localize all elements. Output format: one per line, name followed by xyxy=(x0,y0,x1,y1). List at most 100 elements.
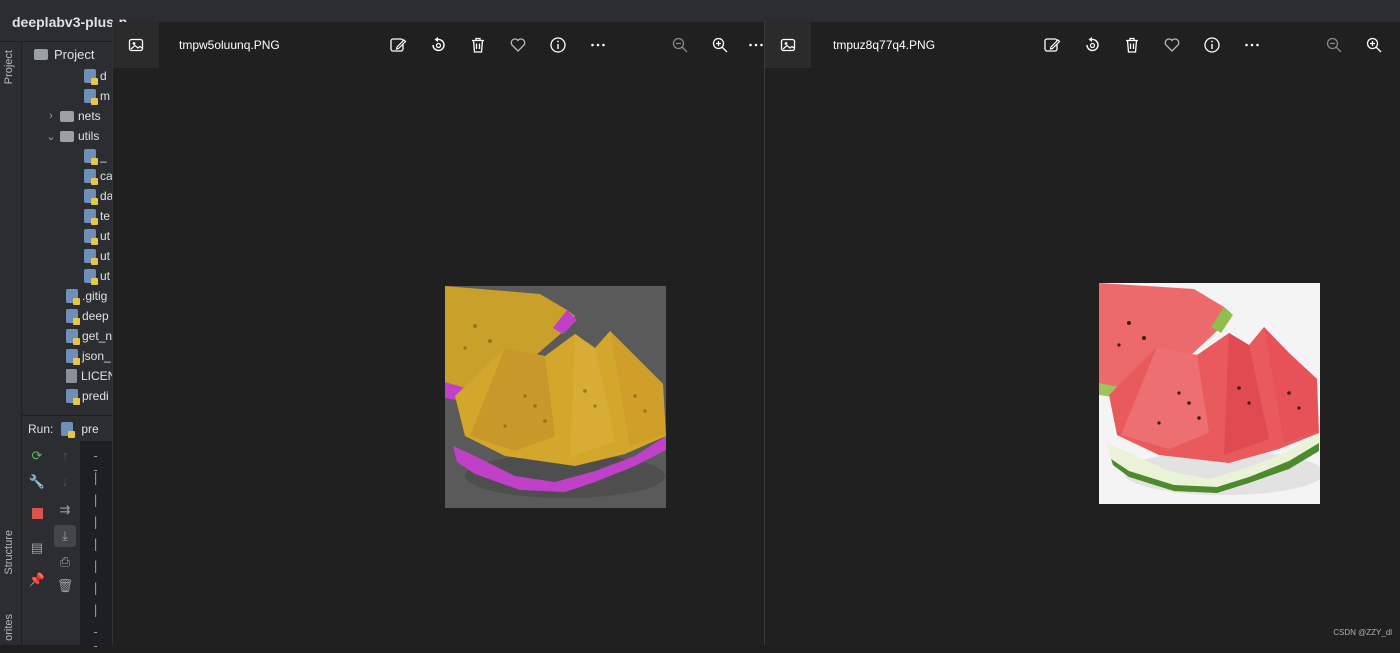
edit-icon[interactable] xyxy=(1041,34,1063,56)
photos-app-icon[interactable] xyxy=(113,22,159,68)
viewer-filename: tmpuz8q77q4.PNG xyxy=(833,38,936,52)
zoom-in-icon[interactable] xyxy=(1363,34,1385,56)
tree-item[interactable]: ut xyxy=(84,246,110,266)
tree-item[interactable]: .gitig xyxy=(66,286,107,306)
console-line: | xyxy=(92,559,100,573)
tree-item[interactable]: da xyxy=(84,186,112,206)
tree-item[interactable]: d xyxy=(84,66,107,86)
stop-icon[interactable] xyxy=(28,505,46,523)
more-icon[interactable] xyxy=(587,34,609,56)
tree-item-label: te xyxy=(100,209,111,223)
rotate-icon[interactable] xyxy=(427,34,449,56)
run-label: Run: xyxy=(28,421,54,436)
file-icon xyxy=(84,89,98,105)
console-line: | xyxy=(92,603,100,617)
file-icon xyxy=(66,289,80,305)
scroll-to-end-icon[interactable]: ⤓ xyxy=(54,525,76,547)
tree-item[interactable]: ⌄ utils xyxy=(46,126,99,146)
tree-item-label: da xyxy=(100,189,112,203)
file-icon xyxy=(66,329,80,345)
tree-item[interactable]: ca xyxy=(84,166,112,186)
chevron-icon[interactable]: ⌄ xyxy=(46,130,56,143)
tree-item-label: nets xyxy=(78,109,101,123)
favorite-icon[interactable] xyxy=(507,34,529,56)
layout-icon[interactable]: ▤ xyxy=(28,539,46,557)
tree-item[interactable]: _ xyxy=(84,146,107,166)
file-icon xyxy=(84,249,98,265)
delete-icon[interactable] xyxy=(1121,34,1143,56)
file-icon xyxy=(84,69,98,85)
tree-item-label: json_ xyxy=(82,349,111,363)
delete-icon[interactable] xyxy=(467,34,489,56)
watermark: CSDN @ZZY_dl xyxy=(1333,628,1392,637)
down-arrow-icon[interactable]: ↓ xyxy=(56,473,74,491)
print-icon[interactable]: ⎙ xyxy=(56,553,74,571)
pin-icon[interactable]: 📌 xyxy=(28,571,46,589)
favorite-icon[interactable] xyxy=(1161,34,1183,56)
info-icon[interactable] xyxy=(547,34,569,56)
panel-header-label: Project xyxy=(54,46,95,62)
chevron-icon[interactable]: › xyxy=(46,110,56,122)
file-icon xyxy=(66,309,80,325)
original-image xyxy=(1099,283,1320,504)
wrench-icon[interactable]: 🔧 xyxy=(28,473,46,491)
viewer-toolbar: tmpuz8q77q4.PNG xyxy=(765,22,1400,68)
file-icon xyxy=(66,369,77,383)
file-icon xyxy=(84,229,98,245)
photo-viewer-original: tmpuz8q77q4.PNG CSDN @ZZY_dl xyxy=(764,22,1400,645)
file-icon xyxy=(84,209,98,225)
left-tool-strip: Project Structure orites xyxy=(0,42,22,645)
tree-item-label: utils xyxy=(78,129,100,143)
zoom-out-icon[interactable] xyxy=(1323,34,1345,56)
panel-header[interactable]: Project xyxy=(34,44,94,64)
tree-item-label: .gitig xyxy=(82,289,108,303)
tree-item[interactable]: deep xyxy=(66,306,109,326)
more-icon[interactable] xyxy=(1241,34,1263,56)
soft-wrap-icon[interactable]: ⇉ xyxy=(56,501,74,519)
console-line: | xyxy=(92,515,100,529)
python-file-icon xyxy=(61,421,76,438)
project-panel: Project d m › nets ⌄ utils _ ca da te ut ut ut .gitig… xyxy=(22,42,112,415)
tree-item[interactable]: m xyxy=(84,86,110,106)
side-tab-project[interactable]: Project xyxy=(3,50,15,84)
rerun-icon[interactable]: ⟳ xyxy=(28,447,46,465)
up-arrow-icon[interactable]: ↑ xyxy=(56,447,74,465)
tree-item-label: ut xyxy=(100,269,111,283)
file-icon xyxy=(84,169,98,185)
run-toolbar: ⟳ ↑ 🔧 ↓ ⇉ ▤ ⤓ ⎙ 📌 🗑 xyxy=(22,441,80,645)
tree-item-label: ut xyxy=(100,249,111,263)
tree-item-label: predi xyxy=(82,389,109,403)
trash-icon[interactable]: 🗑 xyxy=(56,577,74,595)
tree-item[interactable]: ut xyxy=(84,266,110,286)
console-line: | xyxy=(92,537,100,551)
side-tab-structure[interactable]: Structure xyxy=(3,530,15,575)
tree-item[interactable]: LICEN xyxy=(66,366,112,386)
run-console[interactable]: - - | | | | | | | - - xyxy=(80,441,112,653)
segmented-image xyxy=(445,286,666,508)
file-icon xyxy=(84,149,98,165)
tree-item[interactable]: te xyxy=(84,206,110,226)
more-icon-clipped[interactable] xyxy=(747,34,765,56)
tree-item[interactable]: json_ xyxy=(66,346,111,366)
info-icon[interactable] xyxy=(1201,34,1223,56)
zoom-out-icon[interactable] xyxy=(669,34,691,56)
console-line: | xyxy=(92,581,100,595)
project-title[interactable]: deeplabv3-plus-p xyxy=(12,14,127,30)
run-tab[interactable]: pre xyxy=(81,422,98,436)
rotate-icon[interactable] xyxy=(1081,34,1103,56)
tree-item[interactable]: ut xyxy=(84,226,110,246)
tree-item[interactable]: get_n xyxy=(66,326,112,346)
run-bar: Run: pre xyxy=(22,415,112,441)
zoom-in-icon[interactable] xyxy=(709,34,731,56)
photos-app-icon[interactable] xyxy=(765,22,811,68)
tree-item[interactable]: predi xyxy=(66,386,109,406)
tree-item-label: m xyxy=(100,89,110,103)
side-tab-favorites[interactable]: orites xyxy=(3,614,15,641)
tree-item-label: LICEN xyxy=(81,369,112,383)
photo-viewer-segmented: tmpw5oluunq.PNG xyxy=(112,22,764,645)
tree-item[interactable]: › nets xyxy=(46,106,101,126)
tree-item-label: d xyxy=(100,69,107,83)
console-line: | xyxy=(92,471,100,485)
edit-icon[interactable] xyxy=(387,34,409,56)
console-line: | xyxy=(92,493,100,507)
